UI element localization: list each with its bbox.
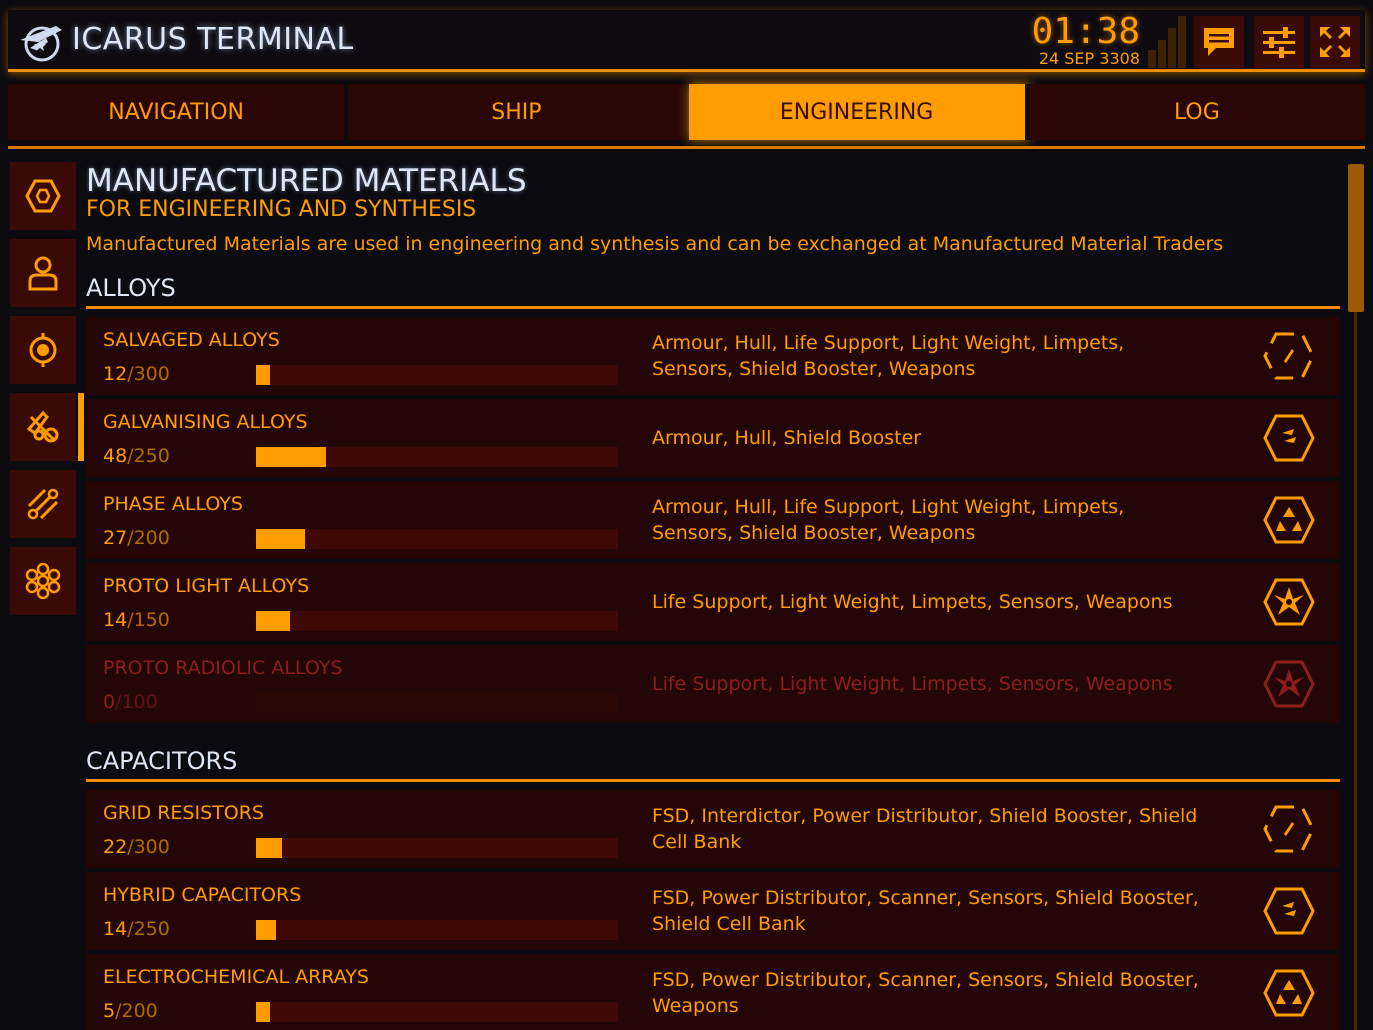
material-name: PROTO LIGHT ALLOYS: [103, 575, 310, 597]
material-progress-bar: [256, 1002, 618, 1022]
settings-icon: [1263, 27, 1295, 58]
material-count: 0/100: [103, 691, 158, 713]
tab-engineering[interactable]: ENGINEERING: [688, 84, 1029, 140]
material-count: 22/300: [103, 836, 170, 858]
grade-2-icon: [1263, 414, 1315, 462]
grade-1-icon: [1263, 805, 1315, 853]
scrollbar-rail: [1354, 300, 1357, 1030]
material-uses: Armour, Hull, Life Support, Light Weight…: [652, 332, 1125, 380]
material-name: PHASE ALLOYS: [103, 493, 243, 515]
messages-icon: [1204, 28, 1234, 56]
material-progress-bar: [256, 693, 618, 713]
material-row[interactable]: HYBRID CAPACITORS 14/250 FSD, Power Dist…: [86, 872, 1340, 950]
material-uses: Life Support, Light Weight, Limpets, Sen…: [652, 591, 1173, 613]
settings-button[interactable]: [1254, 16, 1304, 68]
material-count: 48/250: [103, 445, 170, 467]
section-title-alloys: ALLOYS: [86, 272, 1340, 309]
material-count: 14/250: [103, 918, 170, 940]
scrollbar-thumb[interactable]: [1348, 164, 1364, 312]
main-content: MANUFACTURED MATERIALS FOR ENGINEERING A…: [86, 160, 1340, 1030]
progress-fill: [256, 447, 326, 467]
material-name: SALVAGED ALLOYS: [103, 329, 280, 351]
clock-date: 24 SEP 3308: [1038, 49, 1140, 68]
sidebar: [10, 162, 84, 624]
material-name: ELECTROCHEMICAL ARRAYS: [103, 966, 369, 988]
clock: 01:38 24 SEP 3308: [1018, 12, 1140, 68]
grade-3-icon: [1263, 969, 1315, 1017]
sidebar-item-xeno[interactable]: [10, 547, 76, 615]
page-description: Manufactured Materials are used in engin…: [86, 233, 1224, 255]
logo-icon: [20, 26, 62, 62]
material-name: GRID RESISTORS: [103, 802, 264, 824]
material-progress-bar: [256, 447, 618, 467]
material-name: PROTO RADIOLIC ALLOYS: [103, 657, 343, 679]
tab-navigation[interactable]: NAVIGATION: [8, 84, 349, 140]
material-progress-bar: [256, 838, 618, 858]
progress-fill: [256, 1002, 270, 1022]
material-name: HYBRID CAPACITORS: [103, 884, 302, 906]
material-count: 14/150: [103, 609, 170, 631]
main-tabs: NAVIGATION SHIP ENGINEERING LOG: [8, 84, 1365, 140]
clock-time: 01:38: [1031, 11, 1140, 52]
sidebar-item-manufactured[interactable]: [10, 393, 84, 461]
material-uses: Life Support, Light Weight, Limpets, Sen…: [652, 673, 1173, 695]
fullscreen-button[interactable]: [1310, 16, 1360, 68]
tab-ship[interactable]: SHIP: [348, 84, 689, 140]
grade-3-icon: [1263, 496, 1315, 544]
material-uses: Armour, Hull, Shield Booster: [652, 427, 922, 449]
active-indicator: [78, 393, 84, 461]
progress-fill: [256, 529, 305, 549]
material-row[interactable]: ELECTROCHEMICAL ARRAYS 5/200 FSD, Power …: [86, 954, 1340, 1030]
progress-fill: [256, 611, 290, 631]
cluster-icon: [25, 563, 61, 599]
material-count: 27/200: [103, 527, 170, 549]
material-count: 5/200: [103, 1000, 158, 1022]
slash-circles-icon: [27, 488, 59, 520]
material-row[interactable]: PHASE ALLOYS 27/200 Armour, Hull, Life S…: [86, 481, 1340, 559]
material-uses: Armour, Hull, Life Support, Light Weight…: [652, 496, 1125, 544]
app-title: ICARUS TERMINAL: [72, 22, 354, 57]
page-title: MANUFACTURED MATERIALS: [86, 163, 527, 199]
material-progress-bar: [256, 920, 618, 940]
material-uses: FSD, Power Distributor, Scanner, Sensors…: [652, 969, 1199, 1017]
person-icon: [28, 256, 58, 291]
material-name: GALVANISING ALLOYS: [103, 411, 308, 433]
messages-button[interactable]: [1194, 16, 1244, 68]
top-bar: ICARUS TERMINAL 01:38 24 SEP 3308: [8, 10, 1365, 72]
material-progress-bar: [256, 611, 618, 631]
material-row[interactable]: PROTO RADIOLIC ALLOYS 0/100 Life Support…: [86, 645, 1340, 723]
sidebar-item-blueprints[interactable]: [10, 162, 76, 230]
hexagon-icon: [25, 179, 61, 213]
material-row[interactable]: PROTO LIGHT ALLOYS 14/150 Life Support, …: [86, 563, 1340, 641]
material-uses: FSD, Power Distributor, Scanner, Sensors…: [652, 887, 1199, 935]
sidebar-item-raw[interactable]: [10, 316, 76, 384]
tools-icon: [26, 410, 59, 443]
sidebar-item-encoded[interactable]: [10, 470, 76, 538]
grade-1-icon: [1263, 332, 1315, 380]
sidebar-item-engineers[interactable]: [10, 239, 76, 307]
material-progress-bar: [256, 365, 618, 385]
fullscreen-icon: [1320, 27, 1350, 57]
material-row[interactable]: GALVANISING ALLOYS 48/250 Armour, Hull, …: [86, 399, 1340, 477]
material-progress-bar: [256, 529, 618, 549]
material-count: 12/300: [103, 363, 170, 385]
material-row[interactable]: SALVAGED ALLOYS 12/300 Armour, Hull, Lif…: [86, 317, 1340, 395]
alloys-list: SALVAGED ALLOYS 12/300 Armour, Hull, Lif…: [86, 309, 1340, 723]
tab-log[interactable]: LOG: [1028, 84, 1365, 140]
material-row[interactable]: GRID RESISTORS 22/300 FSD, Interdictor, …: [86, 790, 1340, 868]
capacitors-list: GRID RESISTORS 22/300 FSD, Interdictor, …: [86, 782, 1340, 1030]
signal-icon: [1148, 16, 1188, 68]
section-title-capacitors: CAPACITORS: [86, 745, 1340, 782]
grade-5-icon: [1263, 660, 1315, 708]
progress-fill: [256, 838, 283, 858]
grade-4-icon: [1263, 578, 1315, 626]
tabs-divider: [8, 146, 1365, 149]
target-icon: [29, 333, 57, 367]
material-uses: FSD, Interdictor, Power Distributor, Shi…: [652, 805, 1198, 853]
progress-fill: [256, 365, 271, 385]
grade-2-icon: [1263, 887, 1315, 935]
page-subtitle: FOR ENGINEERING AND SYNTHESIS: [86, 197, 477, 222]
progress-fill: [256, 920, 277, 940]
